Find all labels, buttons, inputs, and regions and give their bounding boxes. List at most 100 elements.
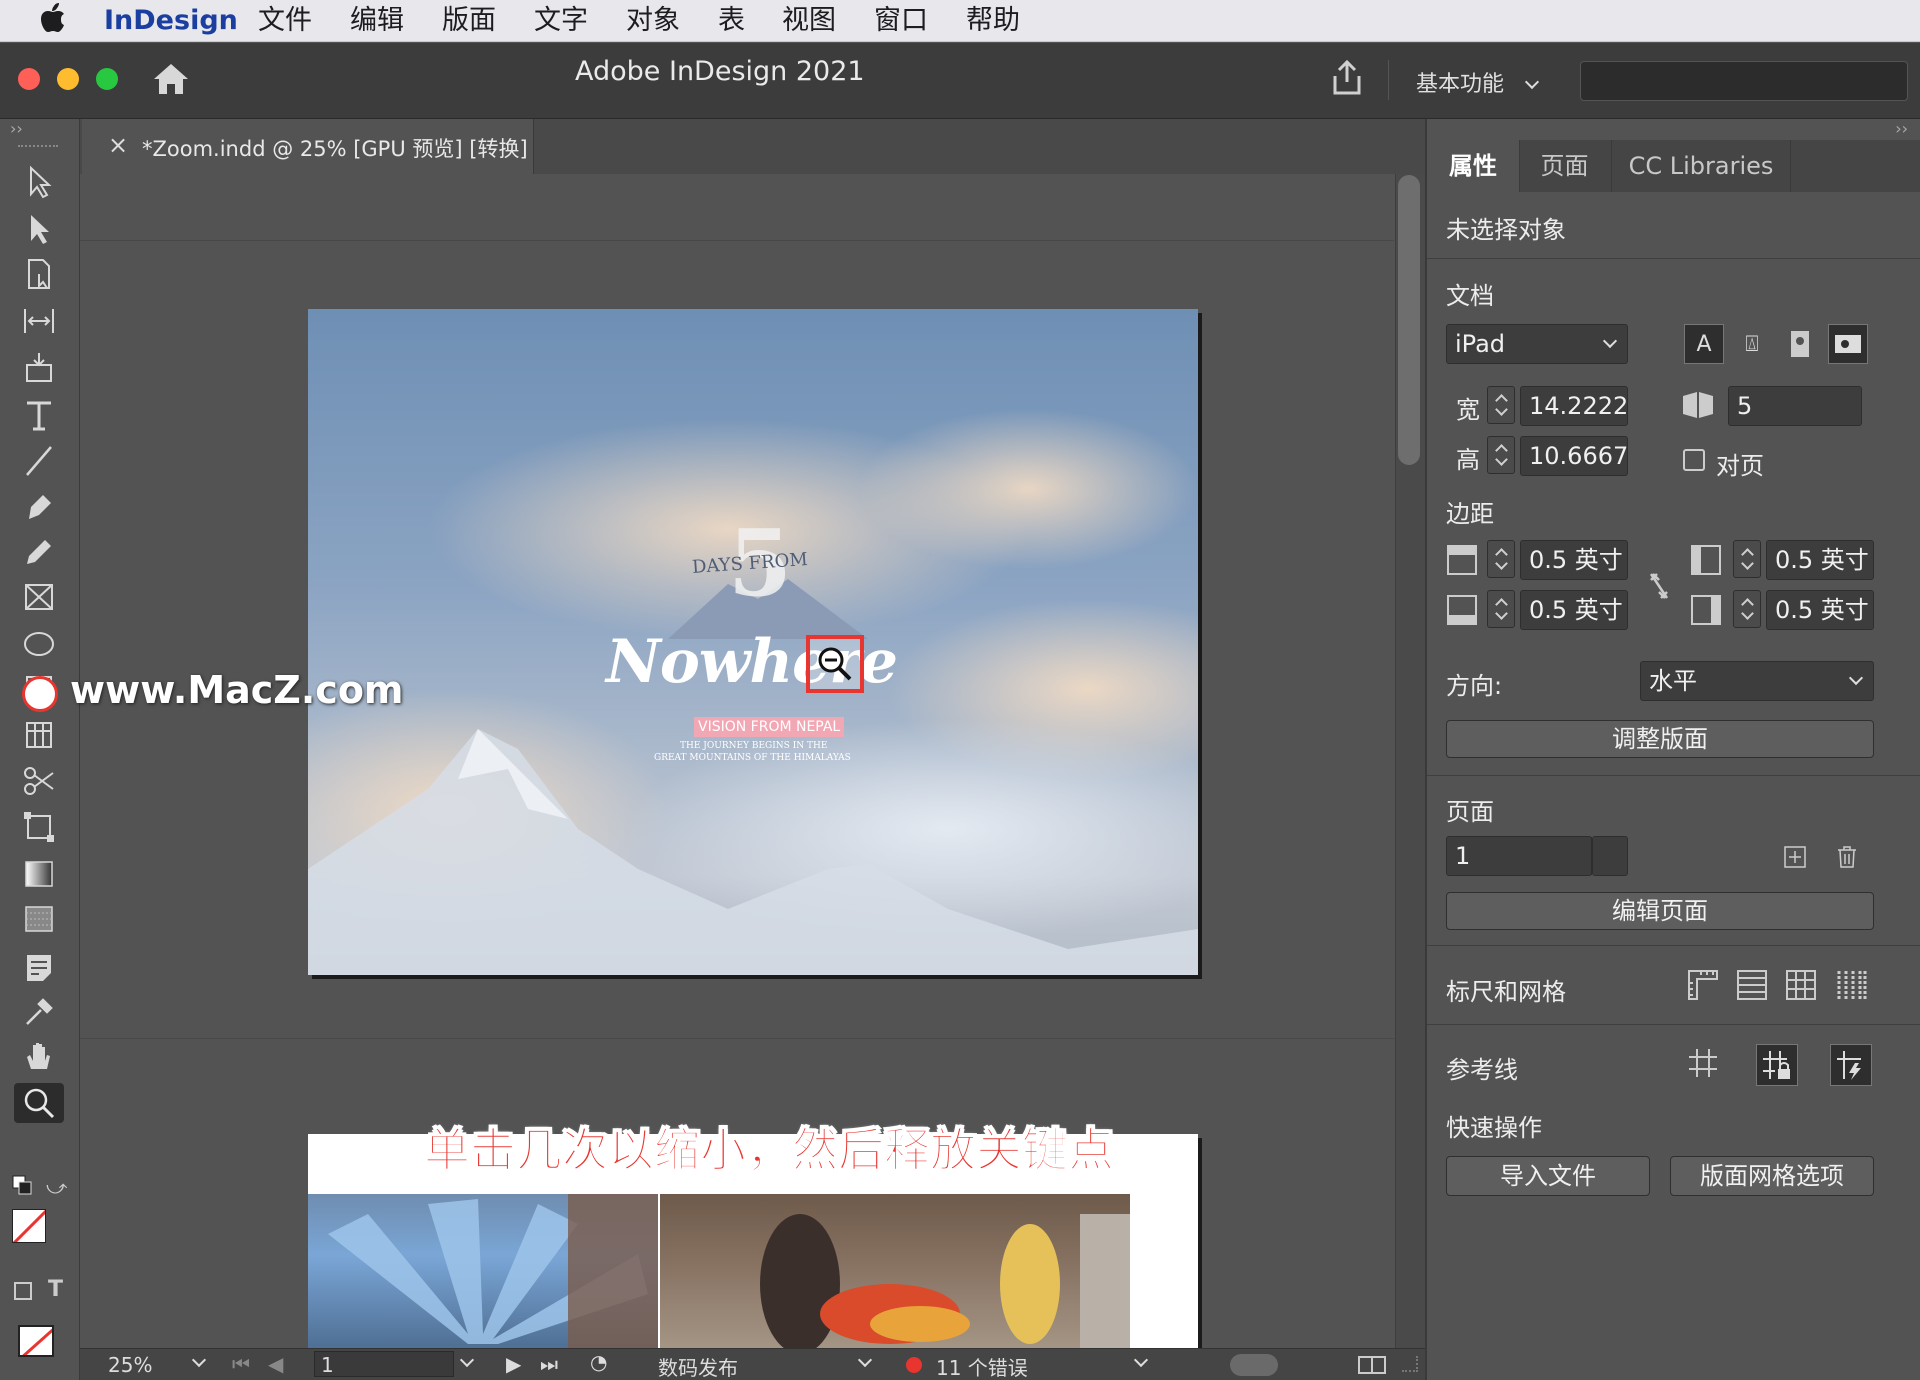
preflight-profile[interactable]: 数码发布 (658, 1352, 738, 1380)
landscape-orientation-icon[interactable] (1828, 324, 1868, 364)
content-collector-tool-icon[interactable] (14, 347, 64, 387)
facing-pages-checkbox[interactable] (1683, 449, 1705, 471)
tab-cc-libraries[interactable]: CC Libraries (1611, 140, 1791, 192)
menu-window[interactable]: 窗口 (874, 4, 928, 38)
search-field[interactable] (1580, 61, 1908, 101)
portrait-orientation-icon[interactable] (1780, 324, 1820, 364)
tab-properties[interactable]: 属性 (1427, 140, 1519, 192)
last-page-icon[interactable]: ⏭ (540, 1352, 558, 1376)
document-preset-select[interactable]: iPad (1446, 324, 1628, 364)
add-page-icon[interactable] (1778, 840, 1812, 874)
document-tab[interactable]: × *Zoom.indd @ 25% [GPU 预览] [转换] (82, 119, 534, 174)
menu-layout[interactable]: 版面 (442, 4, 496, 38)
gradient-swatch-tool-icon[interactable] (14, 854, 64, 894)
pages-count-field[interactable]: 5 (1728, 386, 1862, 426)
minimize-window-button[interactable] (57, 68, 79, 90)
lock-guides-icon[interactable] (1756, 1044, 1798, 1086)
share-icon[interactable] (1330, 59, 1364, 100)
height-field[interactable]: 10.6667 (1520, 436, 1628, 476)
panel-grip[interactable] (18, 145, 58, 149)
next-page-icon[interactable]: ▶ (506, 1352, 521, 1376)
collapse-panels-icon[interactable]: ›› (1895, 119, 1908, 138)
page-dropdown-chevron-icon[interactable] (459, 1352, 475, 1368)
page-select-chevron-box[interactable] (1592, 836, 1628, 876)
link-margins-icon[interactable] (1644, 566, 1674, 606)
layout-grid-icon[interactable] (1832, 966, 1870, 1004)
binding-icon[interactable]: ⍍ (1732, 324, 1772, 364)
eyedropper-tool-icon[interactable] (14, 992, 64, 1032)
menu-type[interactable]: 文字 (534, 4, 588, 38)
apple-icon[interactable] (40, 2, 66, 43)
margin-bottom-stepper[interactable] (1487, 590, 1515, 628)
zoom-window-button[interactable] (96, 68, 118, 90)
zoom-level[interactable]: 25% (108, 1353, 152, 1377)
width-field[interactable]: 14.2222 (1520, 386, 1628, 426)
ruler-icon[interactable] (1684, 966, 1722, 1004)
swap-fill-stroke-icon[interactable]: ⤻ (46, 1175, 67, 1199)
margin-right-field[interactable]: 0.5 英寸 (1766, 590, 1874, 630)
resize-grip-icon[interactable] (1402, 1356, 1418, 1372)
pencil-tool-icon[interactable] (14, 532, 64, 572)
menu-app-name[interactable]: InDesign (104, 4, 238, 38)
rectangle-frame-tool-icon[interactable] (14, 577, 64, 617)
previous-page-icon[interactable]: ◀ (268, 1352, 283, 1376)
baseline-grid-icon[interactable] (1733, 966, 1771, 1004)
menu-object[interactable]: 对象 (626, 4, 680, 38)
selection-tool-icon[interactable] (14, 162, 64, 202)
errors-dropdown-chevron-icon[interactable] (1133, 1352, 1149, 1368)
vertical-scroll-thumb[interactable] (1398, 175, 1420, 465)
collapse-panel-icon[interactable]: ›› (10, 119, 23, 138)
horizontal-scroll-thumb[interactable] (1230, 1354, 1278, 1376)
margin-left-field[interactable]: 0.5 英寸 (1766, 540, 1874, 580)
pen-tool-icon[interactable] (14, 487, 64, 527)
page-select[interactable]: 1 (1446, 836, 1616, 876)
margin-bottom-field[interactable]: 0.5 英寸 (1520, 590, 1628, 630)
edit-page-button[interactable]: 编辑页面 (1446, 892, 1874, 930)
menu-edit[interactable]: 编辑 (350, 4, 404, 38)
apply-none-swatch[interactable] (18, 1325, 54, 1357)
menu-table[interactable]: 表 (718, 4, 745, 38)
zoom-dropdown-chevron-icon[interactable] (191, 1352, 207, 1368)
close-window-button[interactable] (18, 68, 40, 90)
page-1-cover[interactable]: 5 DAYS FROM Nowhere VISION FROM NEPAL TH… (308, 309, 1198, 975)
tab-close-button[interactable]: × (108, 131, 128, 159)
first-page-icon[interactable]: ⏮ (232, 1352, 250, 1376)
gradient-feather-tool-icon[interactable] (14, 899, 64, 939)
menu-file[interactable]: 文件 (258, 4, 312, 38)
workspace-switcher[interactable]: 基本功能 (1416, 66, 1540, 98)
margin-top-field[interactable]: 0.5 英寸 (1520, 540, 1628, 580)
import-file-button[interactable]: 导入文件 (1446, 1156, 1650, 1196)
page-tool-icon[interactable] (14, 254, 64, 294)
menu-view[interactable]: 视图 (782, 4, 836, 38)
page-number-field[interactable]: 1 (314, 1351, 454, 1377)
orientation-select[interactable]: 水平 (1640, 661, 1874, 701)
margin-left-stepper[interactable] (1733, 540, 1761, 578)
free-transform-tool-icon[interactable] (14, 807, 64, 847)
fill-swatch[interactable] (12, 1209, 46, 1243)
menu-help[interactable]: 帮助 (966, 4, 1020, 38)
preflight-profile-icon[interactable]: ◔ (590, 1350, 607, 1374)
gap-tool-icon[interactable] (14, 301, 64, 341)
ellipse-tool-icon[interactable] (14, 624, 64, 664)
zoom-tool-icon[interactable] (14, 1083, 64, 1123)
height-stepper[interactable] (1487, 436, 1515, 474)
formatting-text-icon[interactable]: T (48, 1277, 63, 1302)
delete-page-icon[interactable] (1830, 840, 1864, 874)
default-fill-stroke-icon[interactable] (12, 1175, 32, 1195)
document-grid-icon[interactable] (1782, 966, 1820, 1004)
profile-dropdown-chevron-icon[interactable] (857, 1352, 873, 1368)
direct-selection-tool-icon[interactable] (14, 209, 64, 249)
margin-right-stepper[interactable] (1733, 590, 1761, 628)
adjust-layout-button[interactable]: 调整版面 (1446, 720, 1874, 758)
error-count[interactable]: 11 个错误 (936, 1352, 1028, 1380)
document-canvas[interactable]: 5 DAYS FROM Nowhere VISION FROM NEPAL TH… (22, 174, 1394, 1348)
smart-guides-icon[interactable] (1830, 1044, 1872, 1086)
hand-tool-icon[interactable] (14, 1037, 64, 1077)
split-view-icon[interactable] (1358, 1356, 1386, 1374)
scissors-tool-icon[interactable] (14, 761, 64, 801)
show-guides-icon[interactable] (1684, 1044, 1722, 1082)
type-tool-icon[interactable] (14, 395, 64, 435)
layout-grid-options-button[interactable]: 版面网格选项 (1670, 1156, 1874, 1196)
width-stepper[interactable] (1487, 386, 1515, 424)
note-tool-icon[interactable] (14, 947, 64, 987)
